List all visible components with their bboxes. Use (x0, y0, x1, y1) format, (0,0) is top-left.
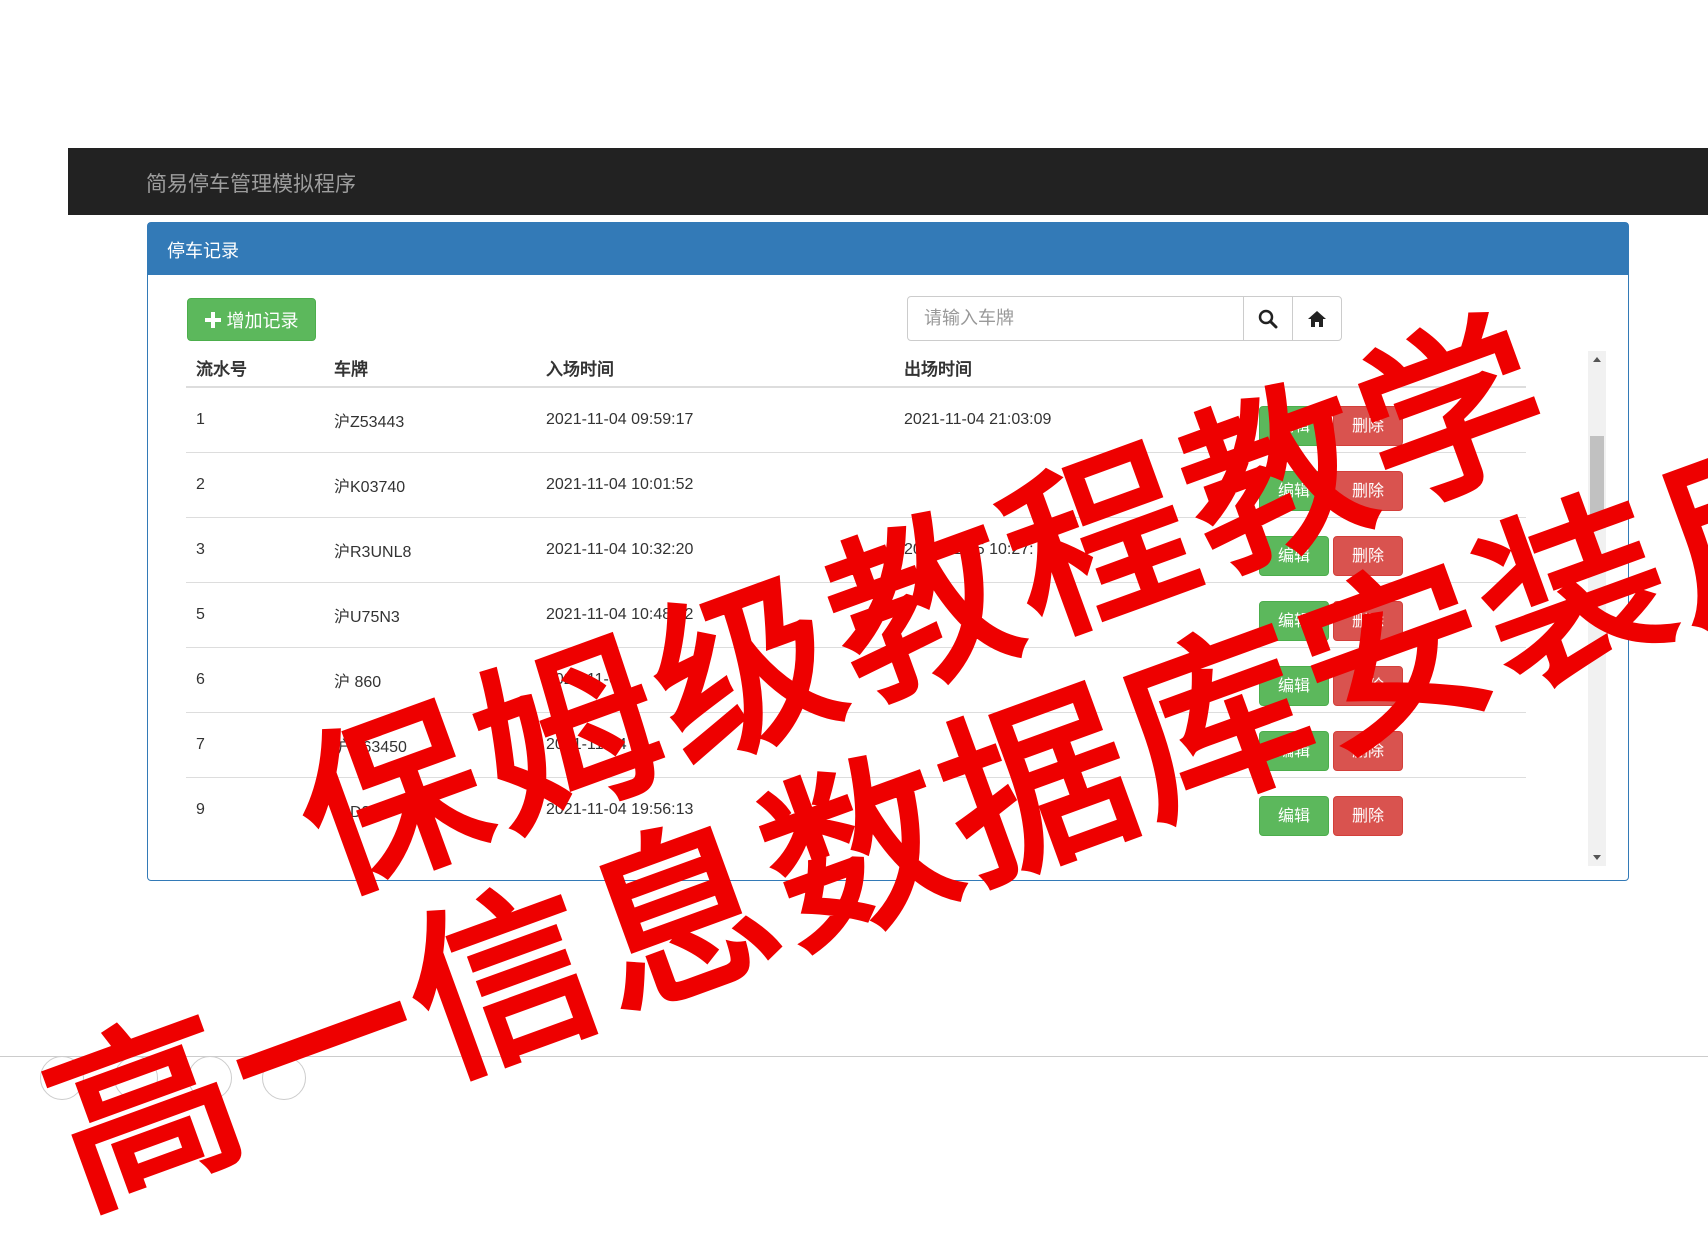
cell-actions: 编辑 删除 (1249, 647, 1526, 713)
cell-serial: 2 (186, 452, 324, 518)
scroll-down-arrow-icon[interactable] (1593, 855, 1601, 860)
cell-entry-time: 2021-11-04 1 (536, 712, 894, 778)
cell-plate: 沪K03740 (324, 452, 536, 518)
cell-entry-time: 2021-11-04 (536, 647, 894, 713)
header-plate: 车牌 (324, 348, 536, 388)
table-scrollbar[interactable] (1588, 351, 1606, 866)
cell-serial: 5 (186, 582, 324, 648)
records-table-container: 流水号 车牌 入场时间 出场时间 1 沪Z53443 2021-11-04 09… (186, 348, 1586, 868)
home-button[interactable] (1292, 296, 1342, 341)
records-table: 流水号 车牌 入场时间 出场时间 1 沪Z53443 2021-11-04 09… (186, 348, 1526, 842)
footer-control[interactable] (188, 1056, 232, 1100)
delete-button[interactable]: 删除 (1333, 601, 1403, 641)
add-record-button[interactable]: 增加记录 (187, 298, 316, 341)
cell-entry-time: 2021-11-04 09:59:17 (546, 411, 694, 428)
cell-actions: 编辑 删除 (1249, 387, 1526, 453)
cell-serial: 6 (186, 647, 324, 713)
scroll-up-arrow-icon[interactable] (1593, 357, 1601, 362)
navbar: 简易停车管理模拟程序 (68, 148, 1708, 215)
delete-button[interactable]: 删除 (1333, 666, 1403, 706)
search-icon (1258, 309, 1278, 328)
plus-icon (204, 311, 221, 328)
cell-serial: 1 (196, 411, 205, 428)
cell-plate: 沪U75N3 (324, 582, 536, 648)
table-row: 7 沪G63450 2021-11-04 1 编辑 删除 (186, 712, 1526, 778)
cell-plate: 沪G63450 (324, 712, 536, 778)
cell-entry-time: 2021-11-04 10:48:32 (536, 582, 894, 648)
parking-records-panel: 停车记录 增加记录 流水号 车牌 入场时间 出场时间 (147, 222, 1629, 881)
cell-serial: 9 (186, 777, 324, 842)
delete-button[interactable]: 删除 (1333, 471, 1403, 511)
table-row: 2 沪K03740 2021-11-04 10:01:52 编辑 删除 (186, 452, 1526, 518)
footer-control[interactable] (40, 1056, 84, 1100)
cell-exit-time (894, 582, 1249, 648)
edit-button[interactable]: 编辑 (1259, 601, 1329, 641)
cell-exit-time (894, 452, 1249, 518)
cell-plate: 沪D8 2 (324, 777, 536, 842)
cell-actions: 编辑 删除 (1249, 777, 1526, 842)
table-row: 1 沪Z53443 2021-11-04 09:59:17 2021-11-04… (186, 387, 1526, 453)
home-icon (1308, 310, 1326, 327)
footer-divider (0, 1056, 1708, 1057)
search-button[interactable] (1243, 296, 1293, 341)
add-record-label: 增加记录 (226, 310, 299, 331)
cell-exit-time (894, 712, 1249, 778)
header-entry-time: 入场时间 (536, 348, 894, 388)
footer-control[interactable] (262, 1056, 306, 1100)
table-row: 3 沪R3UNL8 2021-11-04 10:32:20 2021-11-05… (186, 517, 1526, 583)
cell-plate: 沪 860 (324, 647, 536, 713)
cell-exit-time (894, 647, 1249, 713)
cell-exit-time: 2021-11-05 10:27: (894, 517, 1249, 583)
cell-exit-time (894, 777, 1249, 842)
cell-entry-time: 2021-11-04 10:32:20 (536, 517, 894, 583)
delete-button[interactable]: 删除 (1333, 536, 1403, 576)
edit-button[interactable]: 编辑 (1259, 666, 1329, 706)
delete-button[interactable]: 删除 (1333, 796, 1403, 836)
header-serial: 流水号 (186, 348, 324, 388)
cell-actions: 编辑 删除 (1249, 582, 1526, 648)
delete-button[interactable]: 删除 (1333, 406, 1403, 446)
cell-actions: 编辑 删除 (1249, 517, 1526, 583)
cell-plate: 沪R3UNL8 (324, 517, 536, 583)
delete-button[interactable]: 删除 (1333, 731, 1403, 771)
cell-entry-time: 2021-11-04 19:56:13 (536, 777, 894, 842)
scroll-thumb[interactable] (1590, 436, 1604, 516)
cell-actions: 编辑 删除 (1249, 712, 1526, 778)
footer-control[interactable] (114, 1056, 158, 1100)
cell-plate: 沪Z53443 (334, 414, 405, 431)
panel-title: 停车记录 (148, 223, 1628, 275)
cell-exit-time: 2021-11-04 21:03:09 (904, 411, 1052, 428)
cell-actions: 编辑 删除 (1249, 452, 1526, 518)
edit-button[interactable]: 编辑 (1259, 731, 1329, 771)
header-exit-time: 出场时间 (894, 348, 1249, 388)
plate-search-input[interactable] (907, 296, 1244, 341)
edit-button[interactable]: 编辑 (1259, 406, 1329, 446)
app-brand[interactable]: 简易停车管理模拟程序 (146, 168, 356, 198)
cell-serial: 3 (186, 517, 324, 583)
cell-serial: 7 (186, 712, 324, 778)
header-actions (1249, 348, 1526, 388)
table-row: 5 沪U75N3 2021-11-04 10:48:32 编辑 删除 (186, 582, 1526, 648)
cell-entry-time: 2021-11-04 10:01:52 (536, 452, 894, 518)
edit-button[interactable]: 编辑 (1259, 536, 1329, 576)
table-row: 6 沪 860 2021-11-04 编辑 删除 (186, 647, 1526, 713)
edit-button[interactable]: 编辑 (1259, 471, 1329, 511)
edit-button[interactable]: 编辑 (1259, 796, 1329, 836)
table-row: 9 沪D8 2 2021-11-04 19:56:13 编辑 删除 (186, 777, 1526, 842)
